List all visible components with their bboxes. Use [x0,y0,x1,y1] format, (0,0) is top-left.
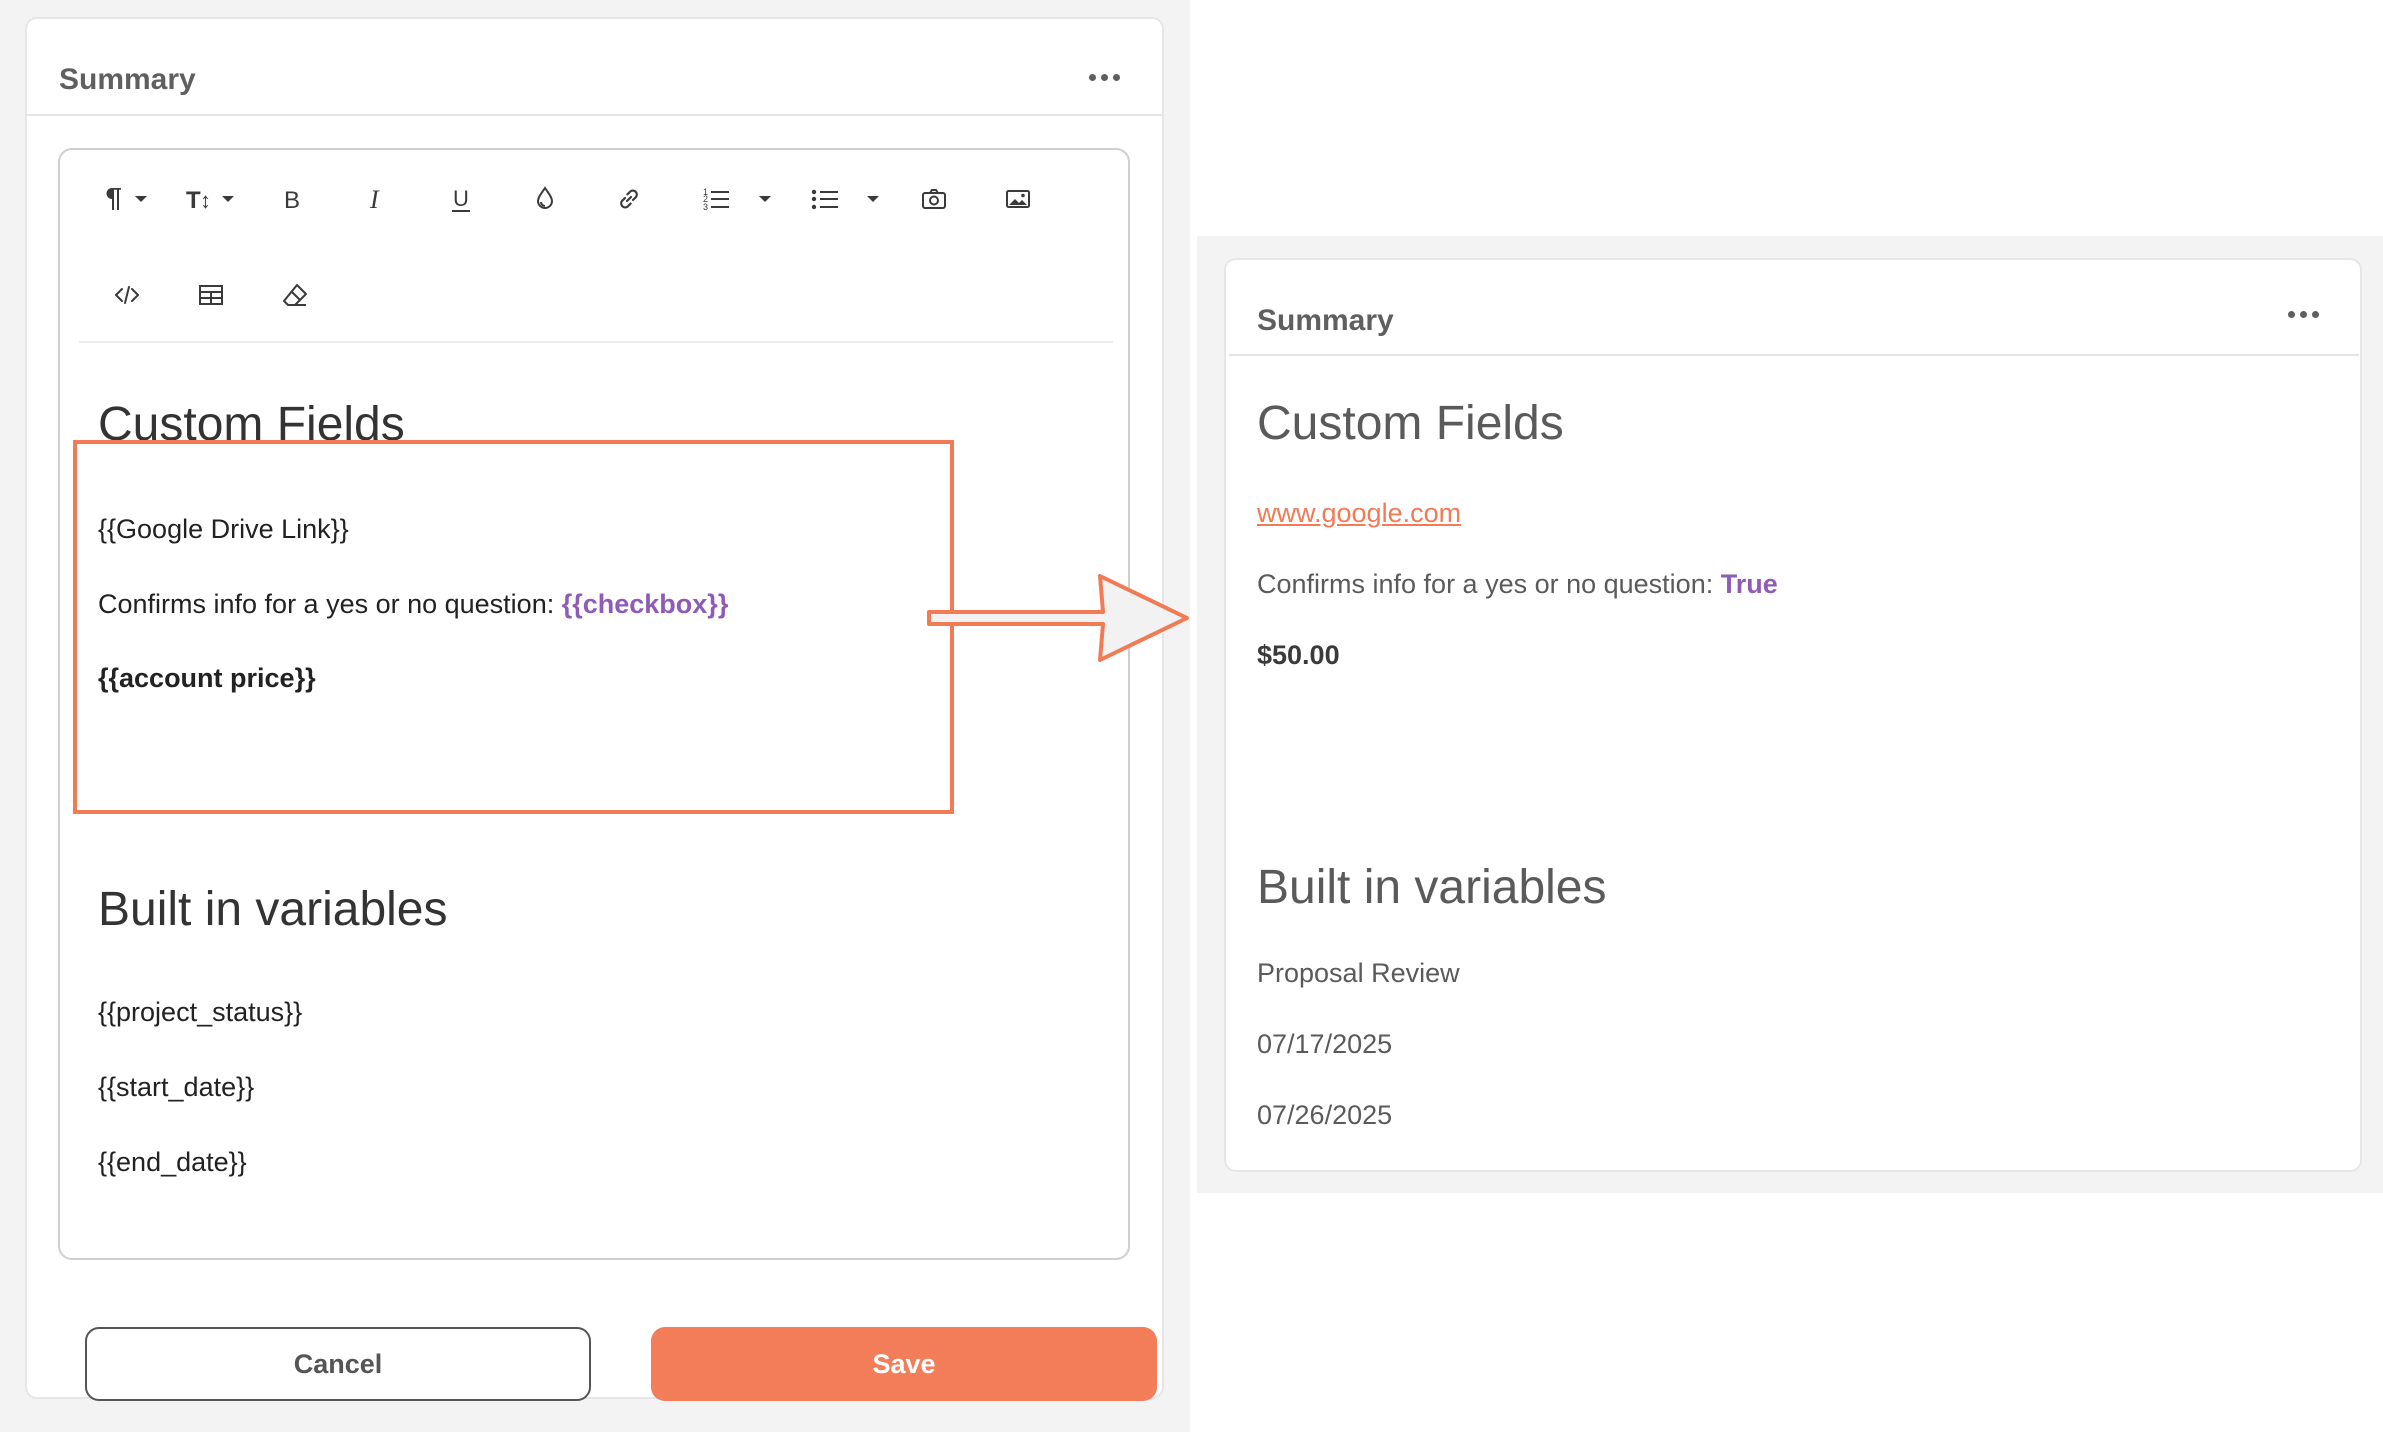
svg-text:I: I [369,185,380,214]
clear-formatting-button[interactable] [273,273,317,317]
svg-text:3: 3 [703,202,708,212]
insert-link-button[interactable] [607,177,651,221]
save-button[interactable]: Save [651,1327,1157,1401]
insert-image-button[interactable] [912,177,956,221]
checkbox-value: True [1720,569,1778,599]
bold-icon: B [284,187,300,214]
end-date-variable: {{end_date}} [98,1147,247,1177]
google-link[interactable]: www.google.com [1257,498,1461,528]
cancel-button[interactable]: Cancel [85,1327,591,1401]
more-options-button[interactable] [2288,311,2319,318]
card-divider [1229,354,2359,356]
custom-fields-heading: Custom Fields [1257,397,1564,450]
custom-fields-highlight-box [73,440,954,814]
eraser-icon [283,284,307,306]
italic-button[interactable]: I [354,177,398,221]
svg-text:↕: ↕ [200,188,211,213]
text-color-icon [536,186,554,209]
start-date-value: 07/17/2025 [1257,1029,1393,1059]
svg-text:U: U [453,186,469,211]
bold-button[interactable]: B [270,177,314,221]
paragraph-format-icon [106,188,147,210]
project-status-variable: {{project_status}} [98,997,303,1027]
ordered-list-button[interactable]: 123 [692,177,782,221]
camera-icon [922,189,946,209]
project-status-value: Proposal Review [1257,958,1460,988]
unordered-list-button[interactable] [800,177,890,221]
table-icon [199,285,223,305]
confirm-text: Confirms info for a yes or no question: [1257,569,1714,599]
underline-icon: U [452,186,470,212]
insert-table-button[interactable] [189,273,233,317]
underline-button[interactable]: U [439,177,483,221]
svg-text:B: B [284,187,300,214]
unordered-list-icon [811,189,879,210]
built-in-variables-heading: Built in variables [98,883,448,936]
link-icon [620,189,638,209]
preview-summary-card: Summary Custom Fields www.google.com Con… [1224,258,2362,1172]
built-in-variables-heading: Built in variables [1257,861,1607,914]
card-title: Summary [59,63,196,96]
image-icon [1006,190,1030,208]
image-manager-button[interactable] [996,177,1040,221]
text-size-icon: T ↕ [186,187,234,214]
paragraph-format-button[interactable] [92,177,162,221]
more-options-button[interactable] [1089,74,1120,81]
end-date-value: 07/26/2025 [1257,1100,1393,1130]
svg-text:T: T [186,187,201,214]
confirm-question-line: Confirms info for a yes or no question: … [1257,569,1778,600]
arrow-annotation-icon [927,574,1189,662]
text-size-button[interactable]: T ↕ [177,177,247,221]
italic-icon: I [369,185,380,214]
code-view-icon [115,286,139,304]
code-view-button[interactable] [105,273,149,317]
ordered-list-icon: 123 [703,187,771,212]
card-title: Summary [1257,304,1394,337]
start-date-variable: {{start_date}} [98,1072,255,1102]
text-color-button[interactable] [523,177,567,221]
google-drive-link[interactable]: www.google.com [1257,498,1461,529]
account-price-value: $50.00 [1257,640,1340,670]
toolbar-divider [79,341,1113,343]
card-divider [27,114,1162,116]
